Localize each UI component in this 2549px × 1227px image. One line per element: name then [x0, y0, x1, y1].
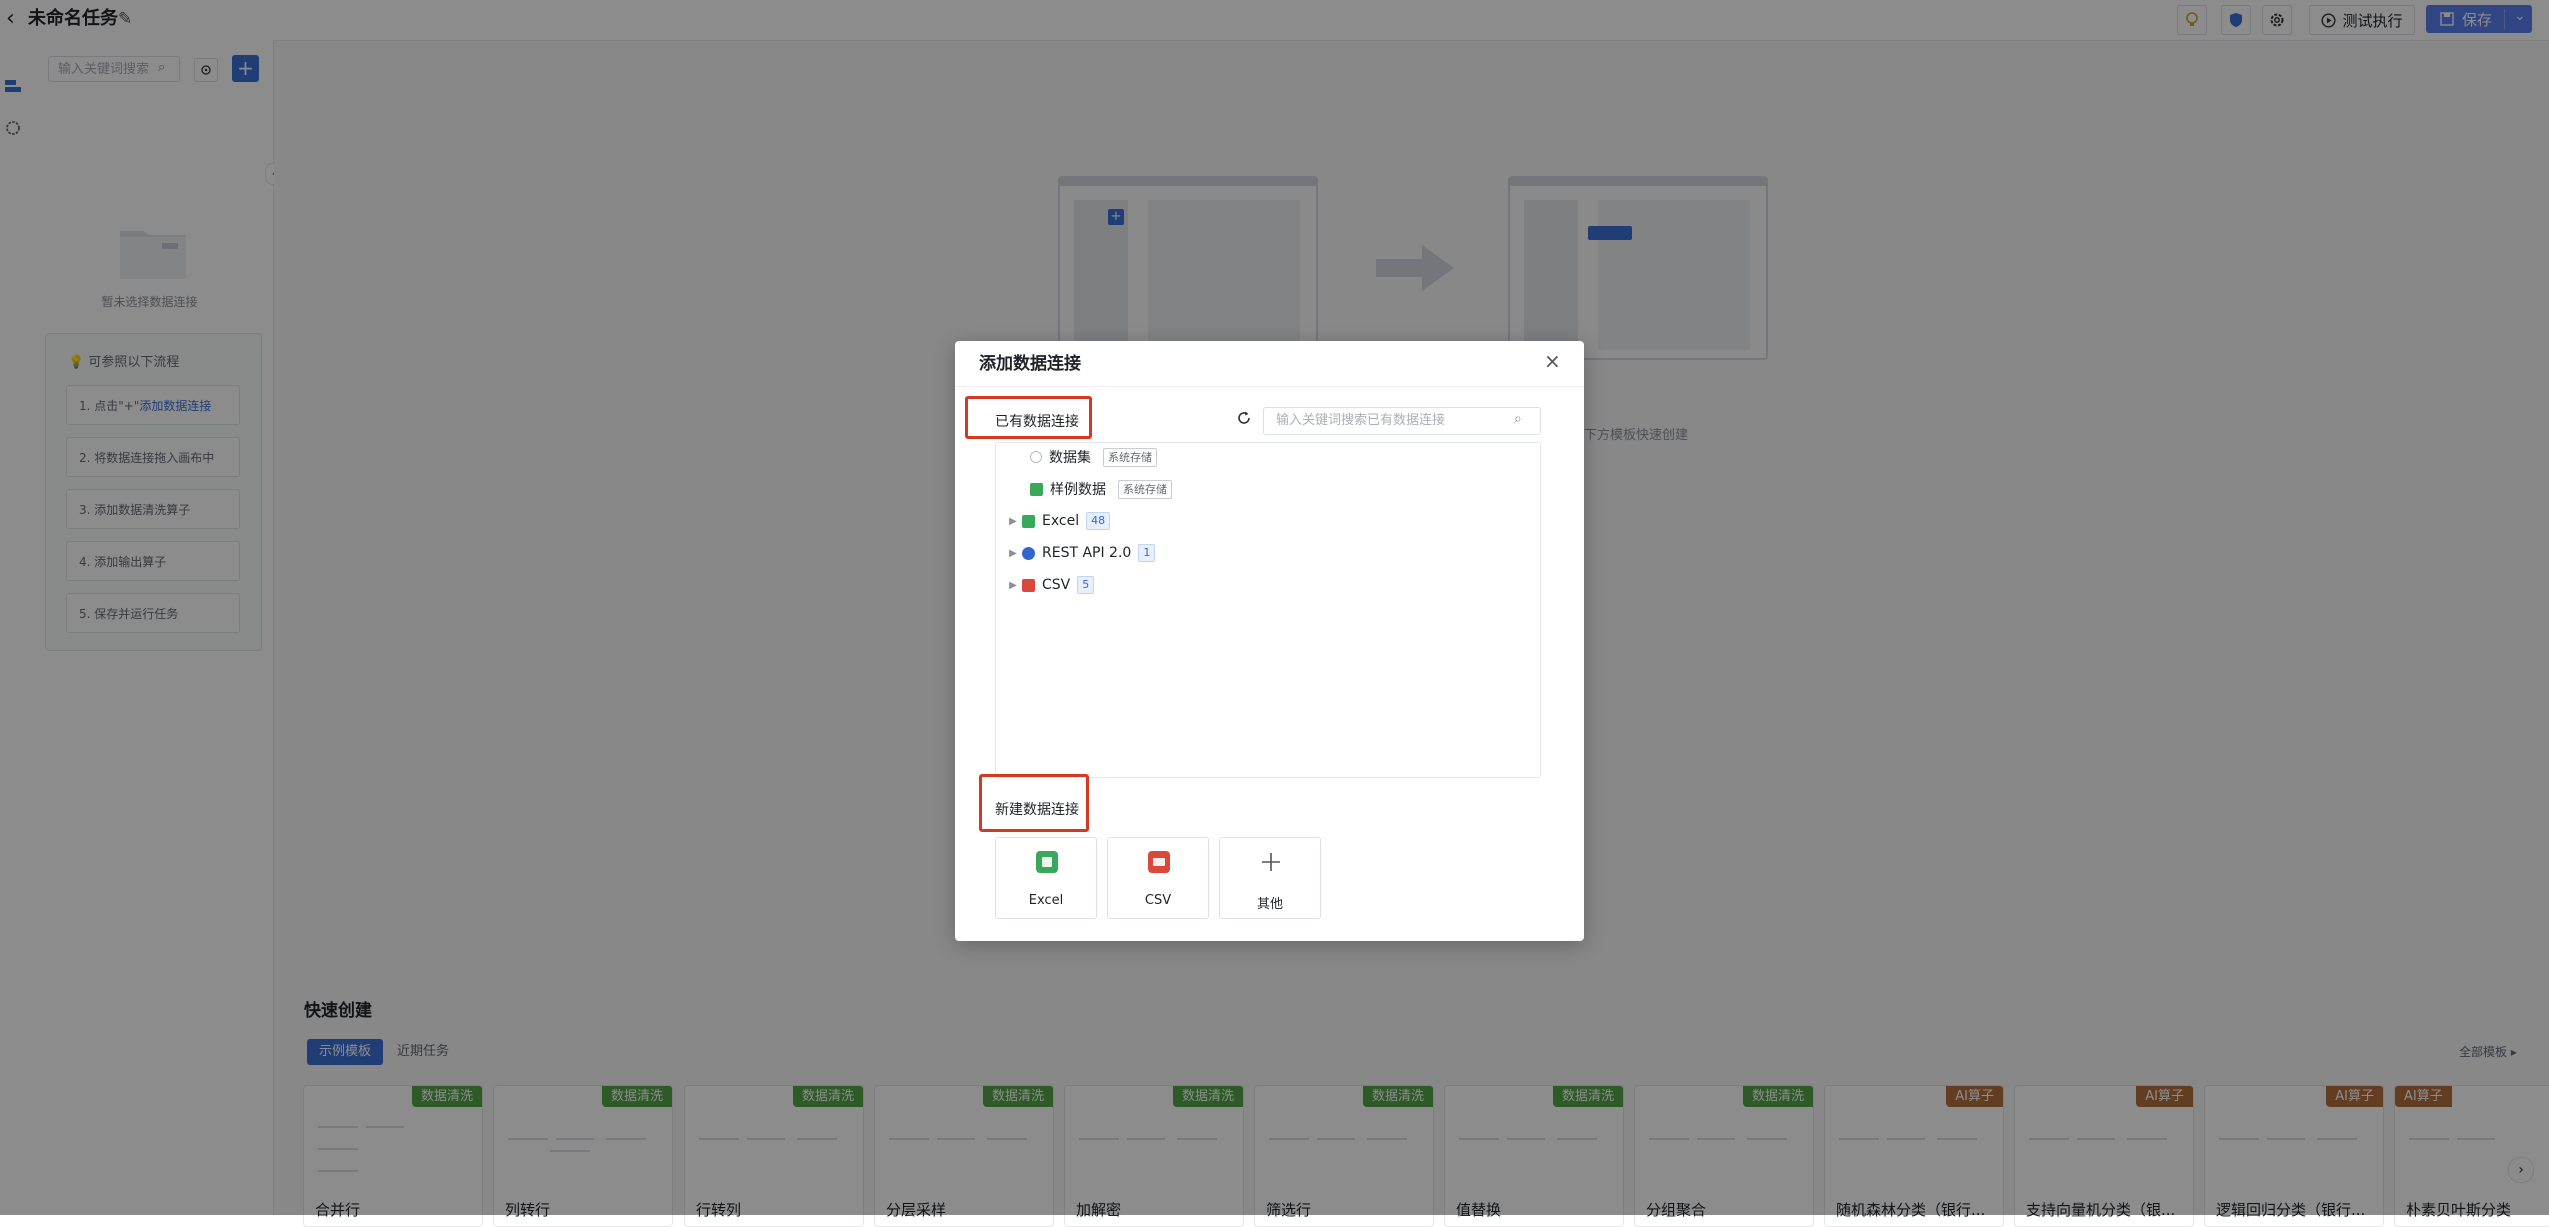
new-excel-connection-button[interactable]: Excel [995, 837, 1097, 919]
csv-icon [1148, 851, 1170, 873]
count-badge: 5 [1077, 576, 1095, 594]
connection-search-icon: ⌕ [1514, 411, 1522, 427]
close-icon[interactable]: × [1544, 351, 1561, 371]
connection-tree: 数据集 系统存储 样例数据 系统存储 ▶ Excel 48 ▶ REST API… [995, 442, 1541, 778]
tree-item-excel[interactable]: ▶ Excel 48 [996, 508, 1111, 534]
refresh-icon[interactable] [1236, 410, 1252, 430]
dialog-title: 添加数据连接 [979, 354, 1081, 374]
tree-item-sample-data[interactable]: 样例数据 系统存储 [996, 476, 1172, 502]
expand-caret-icon[interactable]: ▶ [1004, 580, 1022, 591]
excel-icon [1022, 514, 1035, 528]
count-badge: 48 [1086, 512, 1111, 530]
expand-caret-icon[interactable]: ▶ [1004, 516, 1022, 527]
new-option-label: Excel [1028, 893, 1064, 908]
count-badge: 1 [1138, 544, 1156, 562]
new-csv-connection-button[interactable]: CSV [1107, 837, 1209, 919]
add-data-connection-dialog: 添加数据连接 × 已有数据连接 输入关键词搜索已有数据连接 ⌕ 数据集 系统存储… [955, 341, 1584, 941]
tree-item-csv[interactable]: ▶ CSV 5 [996, 572, 1095, 598]
tree-item-dataset[interactable]: 数据集 系统存储 [996, 444, 1157, 470]
tree-item-rest-api[interactable]: ▶ REST API 2.0 1 [996, 540, 1156, 566]
new-option-label: 其他 [1256, 897, 1283, 912]
system-storage-tag: 系统存储 [1118, 479, 1172, 499]
new-option-label: CSV [1144, 893, 1172, 908]
existing-connections-label: 已有数据连接 [995, 414, 1079, 430]
connection-search-input[interactable]: 输入关键词搜索已有数据连接 [1263, 407, 1541, 435]
system-storage-tag: 系统存储 [1103, 447, 1157, 467]
expand-caret-icon[interactable]: ▶ [1004, 548, 1022, 559]
excel-icon [1036, 851, 1058, 873]
new-other-connection-button[interactable]: 其他 [1219, 837, 1321, 919]
sample-data-icon [1030, 482, 1043, 496]
csv-icon [1022, 578, 1035, 592]
new-connection-label: 新建数据连接 [995, 802, 1079, 818]
plus-icon [1260, 851, 1282, 873]
dataset-icon [1030, 451, 1042, 463]
rest-api-icon [1022, 546, 1035, 560]
